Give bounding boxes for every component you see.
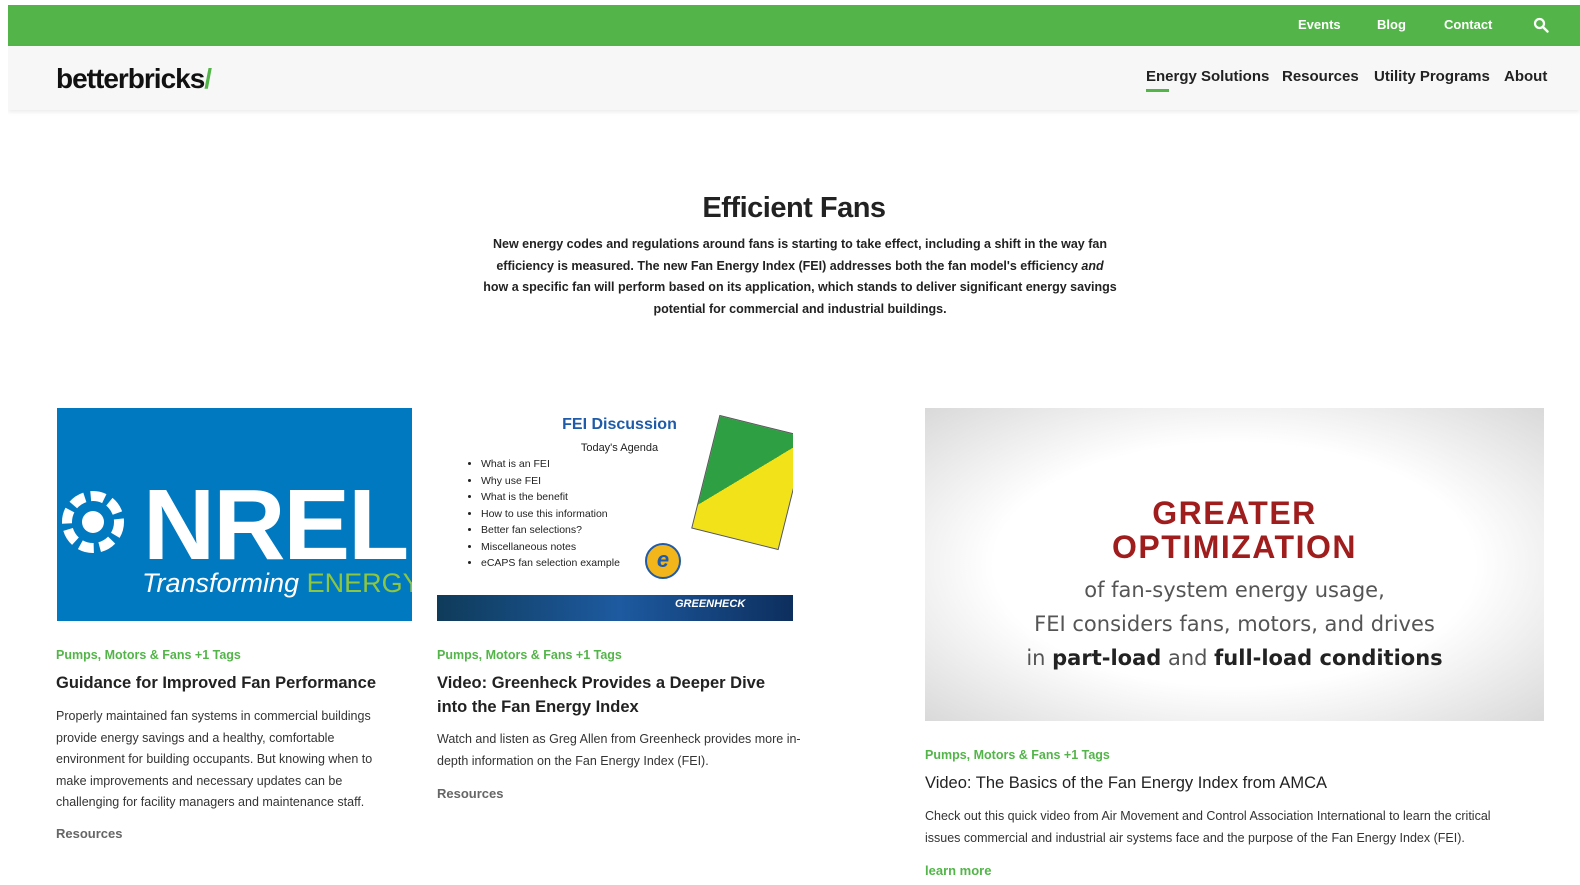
agenda-item: How to use this information bbox=[481, 506, 620, 523]
search-icon[interactable] bbox=[1533, 17, 1549, 33]
intro-emphasis: and bbox=[1081, 258, 1104, 273]
nav-energy-solutions[interactable]: Energy Solutions bbox=[1146, 68, 1269, 92]
video-line-5a: in bbox=[1026, 646, 1053, 670]
agenda-item: What is the benefit bbox=[481, 489, 620, 506]
agenda-item: What is an FEI bbox=[481, 456, 620, 473]
page-title: Efficient Fans bbox=[702, 192, 886, 224]
nrel-tagline-a: Transforming bbox=[142, 568, 300, 598]
page-intro: New energy codes and regulations around … bbox=[483, 234, 1117, 320]
agenda-item: Miscellaneous notes bbox=[481, 539, 620, 556]
card-1-description: Properly maintained fan systems in comme… bbox=[56, 709, 373, 809]
video-line-2: OPTIMIZATION bbox=[1112, 529, 1357, 565]
greenheck-logo: GREENHECK bbox=[675, 598, 746, 610]
nrel-wordmark: NREL bbox=[143, 469, 409, 581]
nrel-tagline-b: ENERGY bbox=[306, 568, 412, 598]
card-3-video-thumbnail[interactable]: GREATER OPTIMIZATION of fan-system energy… bbox=[925, 408, 1544, 721]
intro-part-b: how a specific fan will perform based on… bbox=[483, 280, 1117, 316]
card-3-title[interactable]: Video: The Basics of the Fan Energy Inde… bbox=[925, 771, 1545, 795]
card-2-category[interactable]: Resources bbox=[437, 786, 503, 801]
main-header: betterbricks/ Energy Solutions Resources… bbox=[8, 46, 1580, 110]
card-1-tag[interactable]: Pumps, Motors & Fans +1 Tags bbox=[56, 648, 241, 662]
utility-bar: Events Blog Contact bbox=[8, 5, 1580, 46]
card-2-tag[interactable]: Pumps, Motors & Fans +1 Tags bbox=[437, 648, 622, 662]
card-3-tag[interactable]: Pumps, Motors & Fans +1 Tags bbox=[925, 748, 1110, 762]
nrel-tagline: Transforming ENERGY bbox=[142, 568, 412, 599]
page: Events Blog Contact betterbricks/ Energy… bbox=[8, 5, 1580, 885]
nrel-logo-icon bbox=[62, 491, 124, 553]
agenda-item: Why use FEI bbox=[481, 473, 620, 490]
nav-resources[interactable]: Resources bbox=[1282, 68, 1359, 85]
intro-part-a: New energy codes and regulations around … bbox=[492, 237, 1107, 273]
video-line-1: GREATER bbox=[1152, 495, 1317, 531]
ecaps-badge-icon: e bbox=[645, 543, 681, 579]
video-line-3: of fan-system energy usage, bbox=[1084, 578, 1385, 602]
card-3-description: Check out this quick video from Air Move… bbox=[925, 809, 1491, 845]
amca-book-image bbox=[691, 414, 793, 551]
agenda-item: Better fan selections? bbox=[481, 522, 620, 539]
card-1-category[interactable]: Resources bbox=[56, 826, 122, 841]
video-headline: GREATER OPTIMIZATION bbox=[925, 496, 1544, 564]
logo-text: betterbricks bbox=[56, 63, 205, 94]
video-subtext: of fan-system energy usage, FEI considers… bbox=[925, 573, 1544, 675]
card-2-title[interactable]: Video: Greenheck Provides a Deeper Dive … bbox=[437, 671, 782, 719]
card-2-description: Watch and listen as Greg Allen from Gree… bbox=[437, 732, 801, 768]
card-2-thumbnail[interactable]: FEI Discussion Today's Agenda What is an… bbox=[437, 408, 793, 621]
logo[interactable]: betterbricks/ bbox=[56, 63, 212, 95]
logo-slash: / bbox=[204, 63, 212, 94]
video-line-5c: and bbox=[1161, 646, 1215, 670]
video-line-5b: part-load bbox=[1052, 646, 1162, 670]
learn-more-link[interactable]: learn more bbox=[925, 863, 991, 878]
card-1-thumbnail[interactable]: NREL Transforming ENERGY bbox=[57, 408, 412, 621]
events-link[interactable]: Events bbox=[1298, 17, 1341, 32]
card-1-title[interactable]: Guidance for Improved Fan Performance bbox=[56, 671, 416, 695]
slide-agenda-list: What is an FEI Why use FEI What is the b… bbox=[465, 456, 620, 572]
nav-about[interactable]: About bbox=[1504, 68, 1547, 85]
nav-utility-programs[interactable]: Utility Programs bbox=[1374, 68, 1490, 85]
agenda-item: eCAPS fan selection example bbox=[481, 555, 620, 572]
video-line-4: FEI considers fans, motors, and drives bbox=[1034, 612, 1435, 636]
video-line-5d: full-load conditions bbox=[1214, 646, 1443, 670]
blog-link[interactable]: Blog bbox=[1377, 17, 1406, 32]
contact-link[interactable]: Contact bbox=[1444, 17, 1492, 32]
